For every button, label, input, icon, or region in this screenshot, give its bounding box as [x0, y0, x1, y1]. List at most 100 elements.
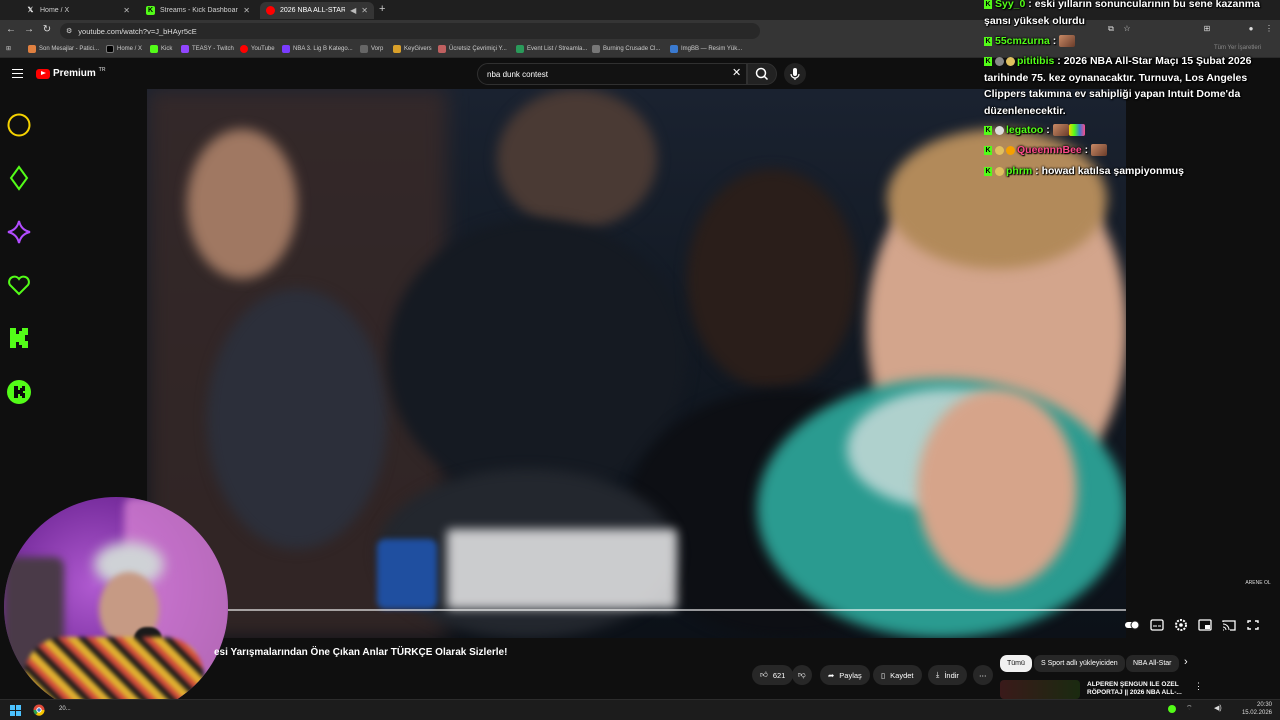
dislike-button[interactable]: 👎︎	[792, 665, 812, 685]
tab-title: Streams - Kick Dashboard	[160, 7, 239, 14]
bookmark-item[interactable]: Son Mesajlar - Patici...	[28, 45, 99, 53]
more-icon[interactable]: ⋮	[1194, 681, 1203, 692]
chat-message: K Syy_0 : eski yılların sonuncularının bu…	[984, 0, 1260, 27]
bookmark-item[interactable]: Kick	[150, 45, 172, 53]
circle-outline-icon	[7, 113, 31, 137]
bookmark-label: Burning Crusade Cl...	[603, 46, 661, 52]
tray-app-icon[interactable]	[1168, 705, 1176, 713]
youtube-logo[interactable]: Premium TR	[36, 67, 105, 79]
like-button[interactable]: 👍︎ 621	[752, 665, 794, 685]
kick-badge-icon: K	[984, 56, 992, 66]
save-button[interactable]: ▯ Kaydet	[873, 665, 922, 685]
video-frame-region	[687, 169, 857, 389]
video-frame-region	[387, 219, 687, 499]
bookmark-item[interactable]: Burning Crusade Cl...	[592, 45, 660, 53]
back-icon[interactable]: ←	[4, 24, 18, 35]
chat-username: Syy_0	[995, 0, 1026, 10]
tab-youtube[interactable]: 2026 NBA ALL-STAR Ca... ◀ ✕	[260, 2, 374, 19]
windows-taskbar: 20... ⌔ ◀) 20:30 15.02.2026	[0, 699, 1280, 720]
sub-badge-icon	[995, 166, 1004, 176]
chevron-right-icon[interactable]: ›	[1184, 656, 1188, 668]
bookmark-label: Ücretsiz Çevrimiçi Y...	[449, 46, 507, 52]
forward-icon[interactable]: →	[22, 24, 36, 35]
recommended-thumbnail[interactable]	[1000, 680, 1080, 699]
streamer-webcam	[4, 497, 228, 717]
share-button[interactable]: ➦ Paylaş	[820, 665, 870, 685]
search-button[interactable]	[747, 63, 777, 85]
moderator-badge-icon	[995, 56, 1004, 66]
chat-username: pititibis	[1017, 55, 1055, 67]
miniplayer-icon[interactable]	[1197, 618, 1213, 632]
tab-x[interactable]: 𝕏 Home / X ✕	[20, 2, 136, 19]
clock-date[interactable]: 15.02.2026	[1236, 710, 1272, 716]
apps-icon[interactable]: ⊞	[6, 45, 11, 52]
bookmark-icon: ▯	[881, 670, 886, 680]
kick-badge-icon: K	[984, 36, 992, 46]
bookmark-item[interactable]: Event List / Streamla...	[516, 45, 587, 53]
wifi-icon[interactable]: ⌔	[1186, 704, 1193, 713]
bookmark-item[interactable]: NBA 3. Lig B Katego...	[282, 45, 353, 53]
chip-uploader[interactable]: S Sport adlı yükleyiciden	[1034, 655, 1125, 672]
bookmark-item[interactable]: ImgBB — Resim Yük...	[670, 45, 742, 53]
bookmark-item[interactable]: Home / X	[106, 45, 142, 53]
hamburger-menu-icon[interactable]	[12, 69, 23, 78]
speaker-icon[interactable]: ◀	[350, 6, 356, 15]
url-field[interactable]: ⚙ youtube.com/watch?v=J_bHAyr5cE	[60, 23, 760, 39]
bookmark-item[interactable]: Ücretsiz Çevrimiçi Y...	[438, 45, 507, 53]
bookmark-label: ImgBB — Resim Yük...	[681, 46, 743, 52]
new-tab-button[interactable]: +	[379, 3, 385, 15]
kick-icon: K	[146, 6, 155, 15]
bookmark-label: Home / X	[117, 46, 143, 52]
close-icon[interactable]: ✕	[123, 6, 130, 15]
cast-icon[interactable]	[1221, 618, 1237, 632]
nba-logo-region	[377, 539, 437, 609]
bookmark-item[interactable]: TEASY - Twitch	[181, 45, 234, 53]
bookmark-label: TEASY - Twitch	[192, 46, 234, 52]
close-icon[interactable]: ✕	[361, 6, 368, 15]
taskbar-app-label[interactable]: 20...	[59, 706, 71, 712]
bookmark-label: Kick	[161, 46, 173, 52]
recommended-title[interactable]: ALPEREN ŞENGÜN İLE ÖZEL RÖPORTAJ || 2026…	[1087, 681, 1187, 699]
more-icon: ⋯	[979, 670, 987, 680]
chat-username: 55cmzurna	[995, 35, 1050, 47]
close-icon[interactable]: ✕	[243, 6, 250, 15]
bookmark-item[interactable]: KeyGivers	[393, 45, 432, 53]
chat-message: Klegatoo :	[984, 122, 1274, 139]
chrome-icon[interactable]	[33, 704, 45, 716]
chat-message: K 55cmzurna :	[984, 33, 1274, 50]
bookmark-item[interactable]: YouTube	[240, 45, 275, 53]
emote-icon	[1052, 124, 1069, 137]
fullscreen-icon[interactable]	[1245, 618, 1261, 632]
chip-all[interactable]: Tümü	[1000, 655, 1032, 672]
x-icon: 𝕏	[27, 7, 34, 14]
reload-icon[interactable]: ↻	[40, 24, 54, 35]
allstar-text-region	[447, 529, 677, 609]
microphone-icon	[790, 68, 800, 80]
bookmark-item[interactable]: Vorp	[360, 45, 383, 53]
bookmark-label: KeyGivers	[404, 46, 432, 52]
video-frame-region	[917, 389, 1077, 589]
windows-start-icon[interactable]	[10, 705, 21, 716]
progress-bar[interactable]	[147, 609, 1126, 611]
autoplay-toggle-icon[interactable]	[1124, 618, 1140, 632]
chat-text: eski yılların sonuncularının bu sene kaz…	[984, 0, 1260, 27]
tab-kick[interactable]: K Streams - Kick Dashboard ✕	[140, 2, 256, 19]
skull-badge-icon	[995, 125, 1004, 135]
video-frame-region	[497, 89, 657, 229]
chat-message: Kphrm : howad katılsa şampiyonmuş	[984, 165, 1184, 177]
download-button[interactable]: ⤓ İndir	[928, 665, 967, 685]
settings-gear-icon[interactable]	[1173, 618, 1189, 632]
volume-icon[interactable]: ◀)	[1214, 704, 1222, 712]
voice-search-button[interactable]	[784, 63, 806, 85]
clock-time[interactable]: 20:30	[1244, 702, 1272, 708]
search-input[interactable]: nba dunk contest	[477, 63, 747, 85]
more-actions-button[interactable]: ⋯	[973, 665, 993, 685]
subtitles-icon[interactable]	[1149, 618, 1165, 632]
search-query: nba dunk contest	[487, 69, 548, 79]
sub-badge-icon	[995, 145, 1004, 155]
clear-search-icon[interactable]: ✕	[732, 66, 741, 79]
site-info-icon[interactable]: ⚙	[66, 27, 72, 35]
emote-icon	[1091, 144, 1108, 157]
thumbs-up-icon: 👍︎	[760, 670, 768, 679]
chip-nba-allstar[interactable]: NBA All-Star	[1126, 655, 1179, 672]
